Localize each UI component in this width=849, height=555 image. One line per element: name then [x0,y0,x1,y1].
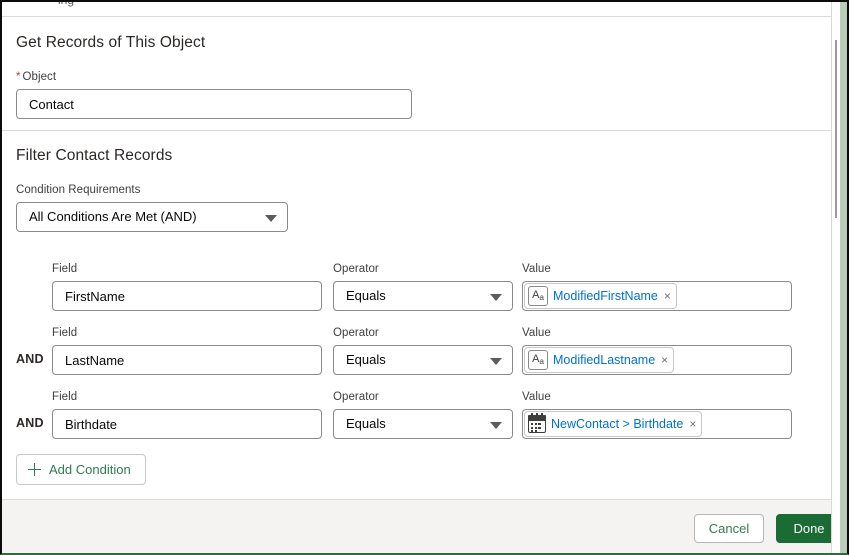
operator-label: Operator [333,263,379,275]
condition-value-input[interactable]: NewContact > Birthdate × [522,409,792,439]
condition-field-input[interactable] [52,345,322,375]
condition-requirements-value: All Conditions Are Met (AND) [29,209,197,224]
dialog-footer: Cancel Done [2,500,842,553]
clipped-heading-text: ing [58,2,74,7]
field-label: Field [52,391,78,403]
value-pill[interactable]: NewContact > Birthdate × [524,411,703,437]
section-title-filter-records: Filter Contact Records [16,147,173,164]
clipped-heading-above: ing [2,2,836,16]
section-title-get-records: Get Records of This Object [16,34,206,51]
condition-operator-select[interactable]: Equals [333,345,513,375]
divider-top [2,16,836,17]
condition-requirements-label: Condition Requirements [16,184,141,196]
calendar-icon [528,413,546,433]
chevron-down-icon [490,422,502,429]
cancel-button[interactable]: Cancel [694,514,764,543]
vertical-scrollbar[interactable] [831,2,840,553]
remove-pill-icon[interactable]: × [689,418,696,430]
condition-operator-value: Equals [346,416,386,431]
scrollbar-thumb[interactable] [835,40,837,218]
condition-row: AND Field Operator Equals Value Aa [2,324,836,388]
remove-pill-icon[interactable]: × [664,290,671,302]
remove-pill-icon[interactable]: × [661,354,668,366]
value-label: Value [522,327,551,339]
condition-operator-select[interactable]: Equals [333,281,513,311]
condition-operator-value: Equals [346,288,386,303]
object-input[interactable] [16,89,412,119]
value-pill-text: ModifiedFirstName [553,289,658,303]
value-pill-text: NewContact > Birthdate [551,417,684,431]
condition-row: AND Field Operator Equals Value [2,388,836,452]
operator-label: Operator [333,327,379,339]
required-marker: * [16,71,21,83]
value-label: Value [522,391,551,403]
value-pill[interactable]: Aa ModifiedFirstName × [524,283,677,309]
text-Aa-icon: Aa [528,286,548,306]
condition-field-input[interactable] [52,409,322,439]
value-label: Value [522,263,551,275]
condition-operator-select[interactable]: Equals [333,409,513,439]
plus-icon [28,463,41,476]
condition-value-input[interactable]: Aa ModifiedLastname × [522,345,792,375]
field-label: Field [52,263,78,275]
condition-operator-value: Equals [346,352,386,367]
condition-requirements-select[interactable]: All Conditions Are Met (AND) [16,202,288,232]
operator-label: Operator [333,391,379,403]
add-condition-button[interactable]: Add Condition [16,454,146,485]
condition-row: Field Operator Equals Value Aa Modif [2,260,836,553]
chevron-down-icon [490,358,502,365]
value-pill[interactable]: Aa ModifiedLastname × [524,347,675,373]
condition-conjunction: AND [16,416,44,430]
condition-field-input[interactable] [52,281,322,311]
page-background-edge [840,2,847,553]
chevron-down-icon [265,215,277,222]
object-label-text: Object [22,71,57,83]
field-label: Field [52,327,78,339]
add-condition-label: Add Condition [49,462,131,477]
text-Aa-icon: Aa [528,350,548,370]
value-pill-text: ModifiedLastname [553,353,656,367]
object-field-label: * Object [16,71,56,83]
divider-middle [2,130,836,131]
chevron-down-icon [490,294,502,301]
condition-conjunction: AND [16,352,44,366]
dialog-content: ing Get Records of This Object *Object F… [2,2,842,553]
flow-get-records-dialog: ing Get Records of This Object *Object F… [0,0,849,555]
condition-value-input[interactable]: Aa ModifiedFirstName × [522,281,792,311]
